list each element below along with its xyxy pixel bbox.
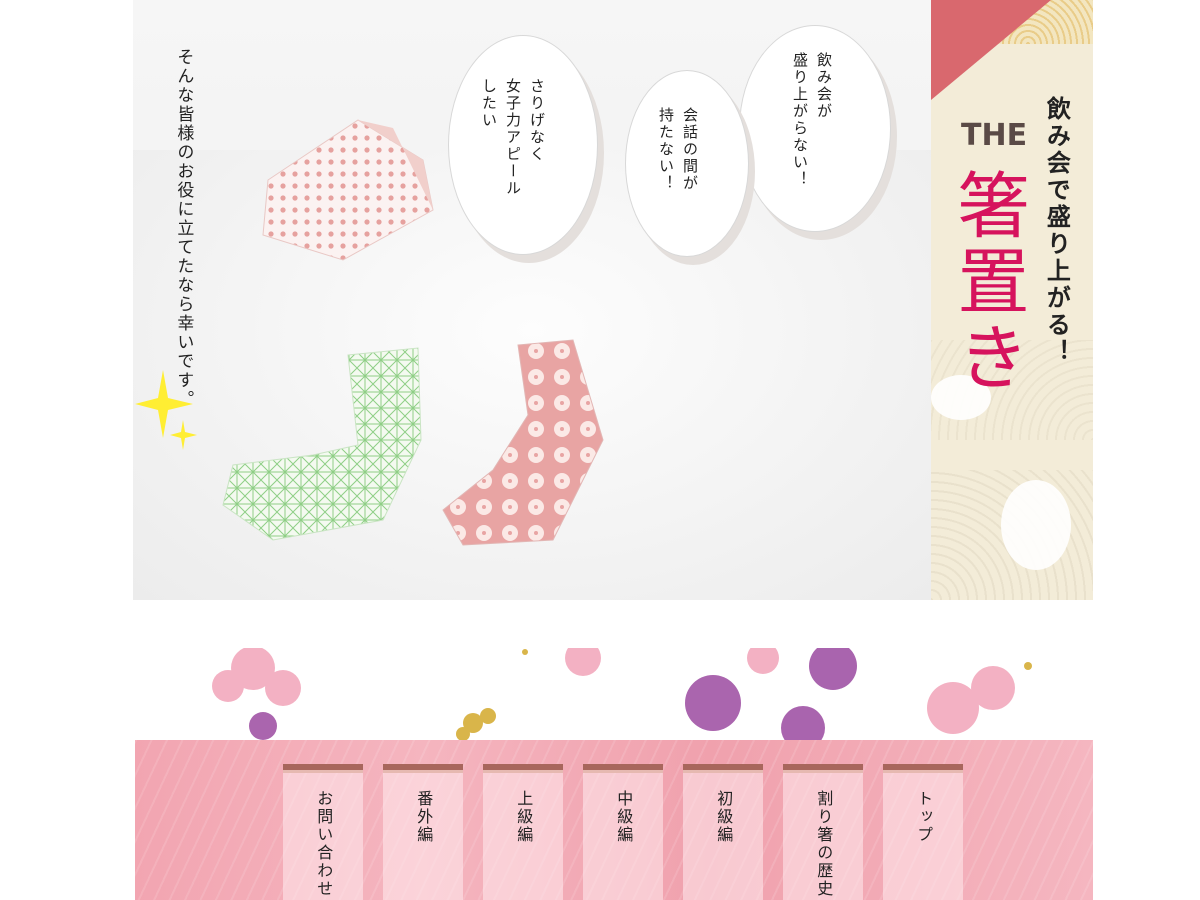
rabbit-icon [1001,480,1071,570]
sparkle-icon [135,370,197,450]
speech-bubble-2: 会話の間が 持たない！ [625,70,749,257]
nav-item-contact[interactable]: お問い合わせ [283,764,363,900]
nav-item-extra[interactable]: 番外編 [383,764,463,900]
pink-origami [442,339,604,546]
nav-item-history[interactable]: 割り箸の歴史 [783,764,863,900]
speech-bubble-text: 会話の間が 持たない！ [657,107,699,192]
nav-item-label: 中級編 [614,790,634,844]
nav-item-bar [383,770,463,773]
footer-navigation: トップ 割り箸の歴史 初級編 中級編 上級編 番外編 お問い合わせ [135,740,1093,900]
speech-bubble-text: 飲み会が 盛り上がらない！ [791,52,833,188]
nav-item-bar [483,770,563,773]
nav-item-label: お問い合わせ [314,790,334,898]
nav-item-bar [883,770,963,773]
title-the: THE [961,118,1028,153]
dotted-origami [262,119,434,261]
nav-item-intermediate[interactable]: 中級編 [583,764,663,900]
nav-item-label: 割り箸の歴史 [814,790,834,898]
title-subtitle: 飲み会で盛り上がる！ [1042,96,1072,366]
nav-item-bar [283,770,363,773]
nav-item-top[interactable]: トップ [883,764,963,900]
floral-decoration [133,648,1093,743]
nav-item-bar [583,770,663,773]
hero-banner: そんな皆様のお役に立てたなら幸いです。 飲み会が 盛り上がらない！ 会話の間が … [133,0,1093,600]
speech-bubble-1: 飲み会が 盛り上がらない！ [739,25,891,232]
speech-bubble-3: さりげなく 女子力アピール したい [448,35,598,255]
green-origami [222,347,422,541]
nav-item-label: トップ [914,790,934,844]
nav-item-label: 初級編 [714,790,734,844]
red-corner-decoration [931,0,1051,100]
nav-item-bar [683,770,763,773]
hero-tagline: そんな皆様のお役に立てたなら幸いです。 [173,48,194,409]
nav-item-label: 番外編 [414,790,434,844]
cherry-blossom-pattern [212,648,1032,743]
nav-item-advanced[interactable]: 上級編 [483,764,563,900]
nav-item-label: 上級編 [514,790,534,844]
nav-item-bar [783,770,863,773]
nav-item-beginner[interactable]: 初級編 [683,764,763,900]
speech-bubble-text: さりげなく 女子力アピール したい [480,78,546,197]
title-panel: 飲み会で盛り上がる！ THE 箸置き [931,0,1093,600]
page-title: 箸置き [945,168,1029,396]
